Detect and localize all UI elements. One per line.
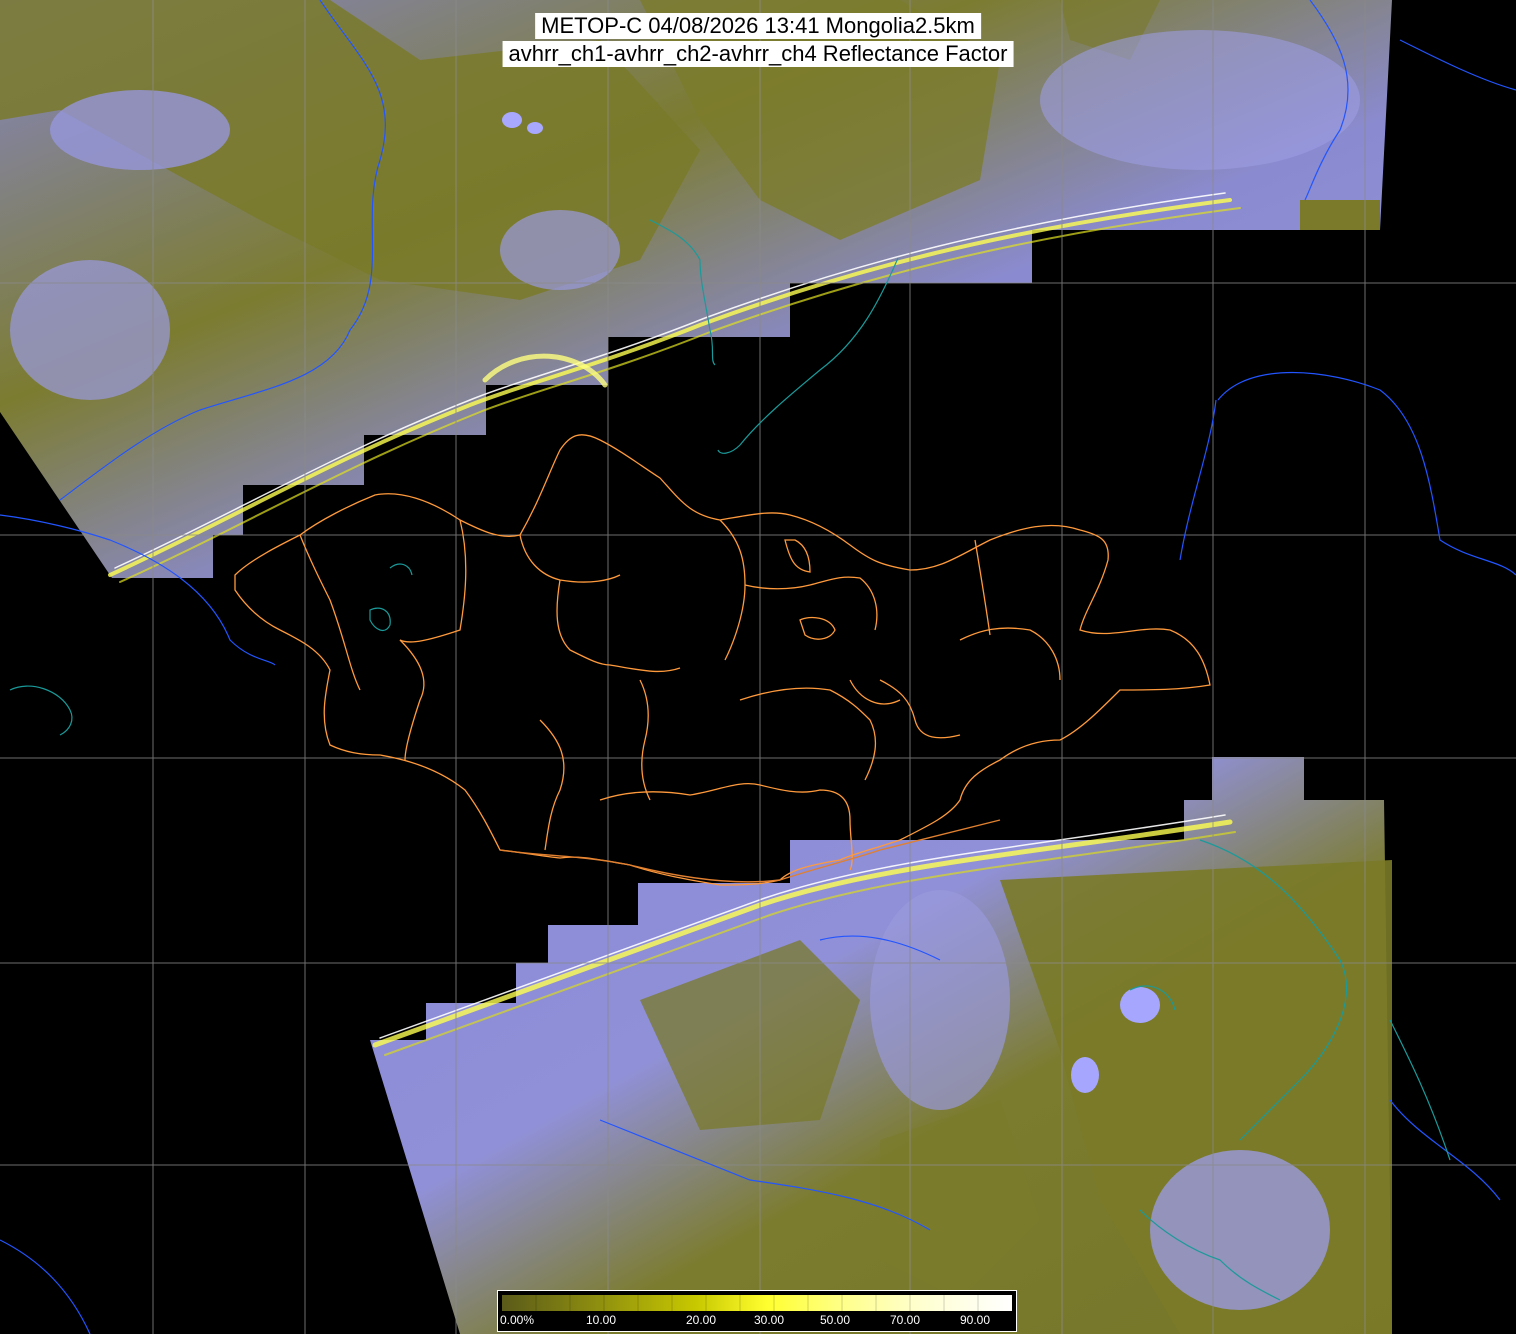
map-title: METOP-C 04/08/2026 13:41 Mongolia2.5km [535, 13, 981, 39]
satellite-map-view: METOP-C 04/08/2026 13:41 Mongolia2.5km a… [0, 0, 1516, 1334]
colorbar-tick-label: 90.00 [960, 1313, 991, 1327]
colorbar-legend: 0.00% 10.00 20.00 30.00 50.00 70.00 90.0… [497, 1290, 1017, 1332]
colorbar-tick-label: 10.00 [586, 1313, 617, 1327]
colorbar-gradient [502, 1295, 1012, 1311]
mongolia-admin-boundaries [234, 434, 1211, 886]
colorbar-tick-label: 20.00 [686, 1313, 717, 1327]
south-swath [370, 757, 1392, 1334]
map-subtitle: avhrr_ch1-avhrr_ch2-avhrr_ch4 Reflectanc… [502, 41, 1014, 67]
colorbar-tick-label: 30.00 [754, 1313, 785, 1327]
north-swath [0, 0, 1392, 578]
colorbar-tick-label: 50.00 [820, 1313, 851, 1327]
colorbar-tick-label: 0.00% [500, 1313, 535, 1327]
satellite-image [0, 0, 1516, 1334]
colorbar-tick-label: 70.00 [890, 1313, 921, 1327]
